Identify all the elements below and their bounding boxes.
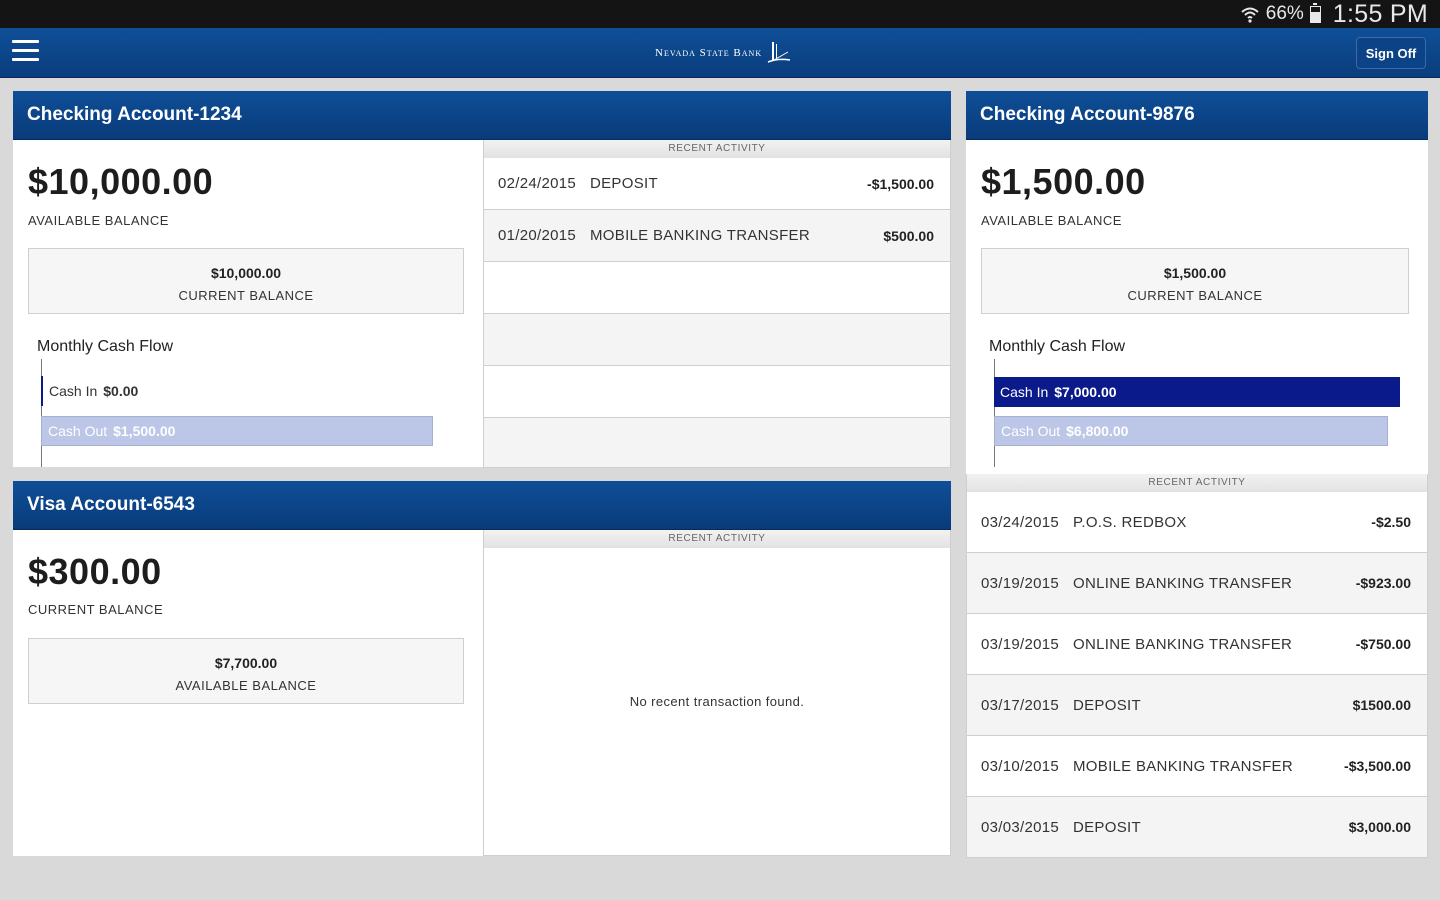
txn-amount: $1500.00 <box>1352 697 1411 713</box>
cash-in-label: Cash In <box>49 383 98 399</box>
current-balance-amount: $10,000.00 <box>210 265 282 281</box>
txn-desc: MOBILE BANKING TRANSFER <box>590 227 810 244</box>
txn-date: 03/03/2015 <box>981 818 1060 836</box>
status-icons: 66% 1:55 PM <box>1240 0 1428 28</box>
txn-amount: -$2.50 <box>1371 514 1411 530</box>
txn-desc: DEPOSIT <box>590 175 658 192</box>
bank-logo: Nevada State Bank <box>655 40 792 66</box>
recent-activity-checking-1234: RECENT ACTIVITY 02/24/2015 DEPOSIT -$1,5… <box>483 140 951 468</box>
sign-off-button[interactable]: Sign Off <box>1356 37 1426 69</box>
current-balance-amount: $1,500.00 <box>1163 265 1227 281</box>
cash-out-value: $6,800.00 <box>1066 423 1129 439</box>
current-balance-label: CURRENT BALANCE <box>1127 288 1263 303</box>
cash-flow-axis <box>994 359 995 467</box>
table-row[interactable]: 01/20/2015 MOBILE BANKING TRANSFER $500.… <box>484 210 950 262</box>
cash-out-bar: Cash Out $1,500.00 <box>41 416 433 446</box>
available-balance-amount: $10,000.00 <box>28 161 214 202</box>
bridge-logo-icon <box>767 42 791 63</box>
current-balance-box: $10,000.00 CURRENT BALANCE <box>28 248 464 314</box>
system-status-bar: 66% 1:55 PM <box>0 0 1440 28</box>
txn-amount: -$3,500.00 <box>1344 758 1411 774</box>
recent-activity-checking-9876: RECENT ACTIVITY 03/24/2015 P.O.S. REDBOX -… <box>966 474 1428 858</box>
current-balance-amount: $300.00 <box>28 551 162 592</box>
battery-percent: 66% <box>1265 3 1304 24</box>
cash-flow-title: Monthly Cash Flow <box>37 338 174 355</box>
account-title[interactable]: Checking Account-9876 <box>966 91 1428 140</box>
txn-desc: DEPOSIT <box>1073 818 1141 836</box>
txn-amount: $3,000.00 <box>1348 819 1411 835</box>
txn-amount: -$923.00 <box>1355 575 1411 591</box>
table-row[interactable]: 02/24/2015 DEPOSIT -$1,500.00 <box>484 158 950 210</box>
cash-out-label: Cash Out <box>1001 423 1061 439</box>
battery-icon <box>1309 2 1321 23</box>
empty-row <box>484 314 950 366</box>
available-balance-label: AVAILABLE BALANCE <box>28 213 169 228</box>
account-title[interactable]: Checking Account-1234 <box>13 91 951 140</box>
no-transactions-message: No recent transaction found. <box>483 548 951 856</box>
txn-date: 03/17/2015 <box>981 696 1060 714</box>
account-title[interactable]: Visa Account-6543 <box>13 481 951 530</box>
available-balance-label: AVAILABLE BALANCE <box>981 213 1122 228</box>
txn-date: 03/10/2015 <box>981 757 1060 775</box>
txn-date: 02/24/2015 <box>498 175 577 192</box>
account-card-checking-9876[interactable]: Checking Account-9876 $1,500.00 AVAILABL… <box>966 91 1428 474</box>
recent-activity-header: RECENT ACTIVITY <box>483 140 951 158</box>
cash-in-value: $7,000.00 <box>1054 384 1117 400</box>
txn-date: 03/19/2015 <box>981 635 1060 653</box>
txn-amount: -$1,500.00 <box>867 175 934 192</box>
available-balance-box: $7,700.00 AVAILABLE BALANCE <box>28 638 464 704</box>
txn-desc: P.O.S. REDBOX <box>1073 513 1187 531</box>
recent-activity-header: RECENT ACTIVITY <box>966 474 1428 492</box>
txn-desc: MOBILE BANKING TRANSFER <box>1073 757 1293 775</box>
table-row[interactable]: 03/10/2015 MOBILE BANKING TRANSFER -$3,500… <box>967 736 1427 797</box>
txn-date: 03/24/2015 <box>981 513 1060 531</box>
cash-flow-title: Monthly Cash Flow <box>989 338 1126 355</box>
table-row[interactable]: 03/03/2015 DEPOSIT $3,000.00 <box>967 797 1427 857</box>
table-row[interactable]: 03/19/2015 ONLINE BANKING TRANSFER -$750.0… <box>967 614 1427 675</box>
txn-desc: DEPOSIT <box>1073 696 1141 714</box>
current-balance-label: CURRENT BALANCE <box>28 602 164 617</box>
txn-desc: ONLINE BANKING TRANSFER <box>1073 574 1293 592</box>
empty-row <box>484 262 950 314</box>
current-balance-box: $1,500.00 CURRENT BALANCE <box>981 248 1409 314</box>
table-row[interactable]: 03/19/2015 ONLINE BANKING TRANSFER -$923.0… <box>967 553 1427 614</box>
activity-list: 03/24/2015 P.O.S. REDBOX -$2.50 03/19/2015 O… <box>966 492 1428 858</box>
cash-out-label: Cash Out <box>48 423 108 439</box>
recent-activity-header: RECENT ACTIVITY <box>483 530 951 548</box>
txn-date: 01/20/2015 <box>498 227 577 244</box>
cash-in-label: Cash In <box>1000 384 1049 400</box>
cash-in-value: $0.00 <box>103 383 139 399</box>
cash-in-bar: Cash In $7,000.00 <box>994 377 1400 407</box>
wifi-icon <box>1241 7 1259 23</box>
empty-row <box>484 366 950 418</box>
recent-activity-visa-6543: RECENT ACTIVITY No recent transaction fo… <box>483 530 951 856</box>
txn-amount: -$750.00 <box>1355 636 1411 652</box>
cash-out-bar: Cash Out $6,800.00 <box>994 416 1388 446</box>
cash-out-value: $1,500.00 <box>113 423 176 439</box>
available-balance-amount: $7,700.00 <box>214 655 278 671</box>
activity-list: 02/24/2015 DEPOSIT -$1,500.00 01/20/2015… <box>483 158 951 468</box>
clock: 1:55 PM <box>1332 0 1428 28</box>
app-header: Nevada State Bank Sign Off <box>0 28 1440 78</box>
table-row[interactable]: 03/17/2015 DEPOSIT $1500.00 <box>967 675 1427 736</box>
txn-date: 03/19/2015 <box>981 574 1060 592</box>
table-row[interactable]: 03/24/2015 P.O.S. REDBOX -$2.50 <box>967 492 1427 553</box>
bank-name: Nevada State Bank <box>655 47 763 59</box>
battery-fill <box>1310 11 1320 22</box>
txn-desc: ONLINE BANKING TRANSFER <box>1073 635 1293 653</box>
current-balance-label: CURRENT BALANCE <box>178 288 314 303</box>
hamburger-menu-icon[interactable] <box>12 40 39 64</box>
txn-amount: $500.00 <box>883 227 934 244</box>
cash-in-bar: Cash In $0.00 <box>41 376 138 406</box>
available-balance-label: AVAILABLE BALANCE <box>175 678 317 693</box>
available-balance-amount: $1,500.00 <box>981 161 1146 202</box>
empty-row <box>484 418 950 467</box>
